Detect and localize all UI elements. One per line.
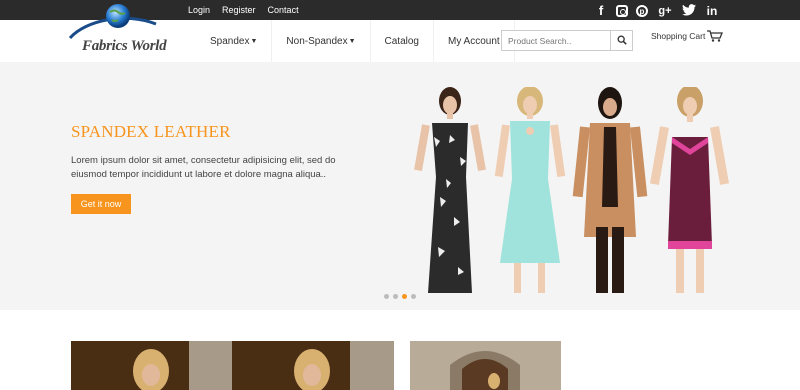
site-header: Fabrics World Spandex ▼ Non-Spandex ▼ Cata… <box>0 4 800 62</box>
search-button[interactable] <box>610 31 632 50</box>
top-links: Login Register Contact <box>188 0 299 20</box>
caret-down-icon: ▼ <box>250 37 258 45</box>
hero-title: SPANDEX LEATHER <box>71 122 231 141</box>
slider-dots <box>384 294 416 299</box>
linkedin-icon[interactable]: in <box>704 4 720 18</box>
model-4 <box>649 87 729 293</box>
instagram-icon[interactable] <box>616 5 628 17</box>
cart-icon <box>707 30 724 42</box>
model-1 <box>414 87 486 293</box>
nav-catalog[interactable]: Catalog <box>371 20 434 62</box>
main-nav: Spandex ▼ Non-Spandex ▼ Catalog My Account <box>196 20 515 62</box>
twitter-icon[interactable] <box>682 3 696 19</box>
search-input[interactable] <box>502 31 610 50</box>
nav-label: Catalog <box>384 35 419 47</box>
logo-text: Fabrics World <box>82 38 167 54</box>
slider-dot[interactable] <box>393 294 398 299</box>
nav-label: Non-Spandex <box>286 35 348 47</box>
get-it-now-button[interactable]: Get it now <box>71 194 131 214</box>
cart-label: Shopping Cart <box>651 31 706 41</box>
slider-dot-active[interactable] <box>402 294 407 299</box>
pinterest-icon[interactable]: p <box>636 5 648 17</box>
google-plus-icon[interactable]: g+ <box>656 4 674 18</box>
nav-non-spandex[interactable]: Non-Spandex ▼ <box>272 20 371 62</box>
product-search <box>501 30 633 51</box>
product-tile-image[interactable] <box>71 341 233 390</box>
search-icon <box>617 35 627 45</box>
product-tile-image[interactable] <box>232 341 394 390</box>
model-2 <box>494 87 566 293</box>
slider-dot[interactable] <box>411 294 416 299</box>
contact-link[interactable]: Contact <box>268 5 299 15</box>
product-tile-image[interactable] <box>410 341 561 390</box>
nav-spandex[interactable]: Spandex ▼ <box>196 20 273 62</box>
nav-label: Spandex <box>210 35 250 47</box>
model-3 <box>572 87 648 293</box>
shopping-cart[interactable]: Shopping Cart <box>651 30 724 42</box>
caret-down-icon: ▼ <box>348 37 356 45</box>
register-link[interactable]: Register <box>222 5 256 15</box>
facebook-icon[interactable]: f <box>594 4 608 18</box>
nav-label: My Account <box>447 35 500 47</box>
social-links: f p g+ in <box>594 2 720 20</box>
hero-models-image <box>414 87 729 293</box>
slider-dot[interactable] <box>384 294 389 299</box>
login-link[interactable]: Login <box>188 5 210 15</box>
hero-text: Lorem ipsum dolor sit amet, consectetur … <box>71 155 336 180</box>
hero-slider: SPANDEX LEATHER Lorem ipsum dolor sit am… <box>0 62 800 310</box>
